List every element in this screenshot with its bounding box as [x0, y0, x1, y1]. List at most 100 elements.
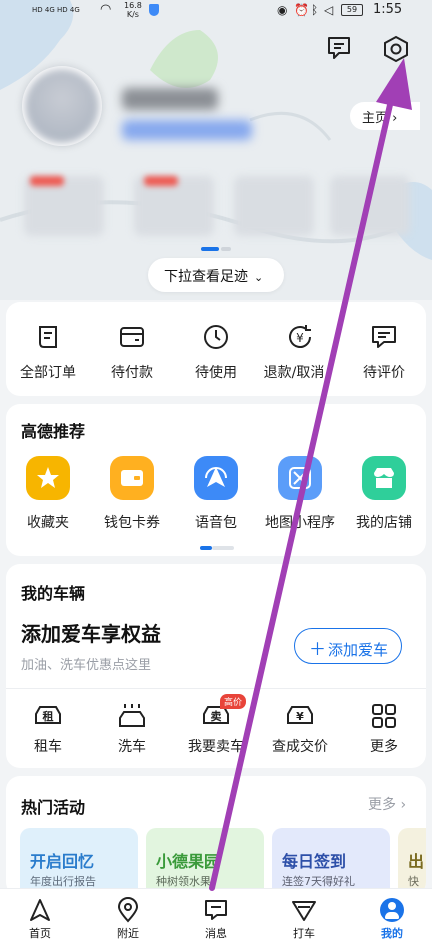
tab-messages[interactable]: 消息: [190, 897, 242, 941]
tab-taxi-label: 打车: [293, 927, 315, 940]
tab-home-label: 首页: [29, 927, 51, 940]
bluetooth-icon: ᛒ: [311, 3, 319, 17]
svg-text:卖: 卖: [211, 709, 222, 723]
settings-button[interactable]: [378, 32, 414, 66]
tab-profile[interactable]: 我的: [366, 897, 418, 941]
avatar[interactable]: [22, 66, 102, 146]
tab-messages-label: 消息: [205, 927, 227, 940]
activity-card-checkin[interactable]: 每日签到 连签7天得好礼: [272, 828, 390, 896]
tab-nearby-label: 附近: [117, 927, 139, 940]
activity-card-orchard[interactable]: 小德果园 种树领水果: [146, 828, 264, 896]
chevron-right-icon: ›: [388, 111, 398, 126]
home-link[interactable]: 主页 ›: [350, 102, 420, 130]
network-speed: 16.8 K/s: [124, 1, 142, 19]
navigation-arrow-icon: [205, 467, 227, 487]
service-sell-car[interactable]: 卖 高价 我要卖车: [174, 694, 258, 756]
receipt-icon: [39, 326, 57, 348]
shop-icon: [374, 468, 394, 488]
service-more-label: 更多: [370, 739, 398, 755]
username-blurred: [122, 88, 218, 110]
mini-program-icon: [289, 467, 311, 489]
activity-checkin-title: 每日签到: [282, 852, 347, 871]
vehicle-headline[interactable]: 添加爱车享权益: [21, 618, 161, 647]
hot-more-link[interactable]: 更多 ›: [368, 794, 406, 814]
orders-card: 全部订单 待付款 待使用 ¥ 退款/取消 待评价: [6, 302, 426, 396]
message-center-button[interactable]: [322, 33, 356, 63]
chevron-down-icon: ⌄: [254, 271, 264, 284]
taxi-icon: [292, 901, 316, 921]
activity-partial-subtitle: 快: [408, 875, 419, 888]
plus-icon: ＋: [309, 640, 326, 660]
profile-icon: [380, 898, 404, 922]
activity-card-partial[interactable]: 出 快: [398, 828, 426, 896]
order-review-label: 待评价: [363, 365, 405, 381]
home-arrow-icon: [30, 899, 50, 921]
tab-profile-label: 我的: [381, 927, 403, 940]
svg-text:¥: ¥: [296, 710, 304, 723]
user-level-blurred: [122, 120, 252, 140]
activity-orchard-title: 小德果园: [156, 852, 221, 871]
order-refund[interactable]: ¥ 退款/取消: [258, 320, 342, 382]
recommend-favorites[interactable]: 收藏夹: [6, 456, 90, 532]
order-unused[interactable]: 待使用: [174, 320, 258, 382]
vehicle-title: 我的车辆: [21, 584, 86, 603]
order-all-label: 全部订单: [20, 365, 76, 381]
service-more[interactable]: 更多: [342, 702, 426, 756]
vehicle-subtitle: 加油、洗车优惠点这里: [21, 658, 152, 673]
shield-icon: [149, 4, 159, 16]
recommend-shop[interactable]: 我的店铺: [342, 456, 426, 532]
map-background: [0, 0, 432, 300]
order-all[interactable]: 全部订单: [6, 320, 90, 382]
recommend-mini-program[interactable]: 地图小程序: [258, 456, 342, 532]
recommend-voice-label: 语音包: [195, 515, 237, 531]
svg-text:租: 租: [43, 710, 54, 723]
activity-card-memory[interactable]: 开启回忆 年度出行报告: [20, 828, 138, 896]
car-wash-icon: [119, 704, 145, 727]
status-time: 1:55: [373, 2, 403, 17]
recommend-favorites-label: 收藏夹: [27, 515, 69, 531]
add-car-label: 添加爱车: [328, 641, 389, 659]
service-check-price[interactable]: ¥ 查成交价: [258, 702, 342, 756]
order-review[interactable]: 待评价: [342, 320, 426, 382]
recommend-page-indicator: [200, 546, 234, 550]
message-icon: [328, 37, 350, 59]
add-car-button[interactable]: ＋添加爱车: [294, 628, 402, 664]
recommend-wallet-label: 钱包卡券: [104, 515, 160, 531]
svg-text:¥: ¥: [296, 331, 304, 345]
star-icon: [37, 467, 59, 488]
comment-icon: [372, 326, 396, 348]
eye-icon: ◉: [277, 3, 288, 17]
service-car-wash-label: 洗车: [118, 739, 146, 755]
home-link-label: 主页: [362, 111, 389, 126]
tab-home[interactable]: 首页: [14, 897, 66, 941]
map-graphic: [0, 0, 432, 260]
service-sell-car-label: 我要卖车: [188, 739, 244, 755]
footprint-strip-blurred: [24, 176, 424, 240]
hot-activities-card: 热门活动 更多 › 开启回忆 年度出行报告 小德果园 种树领水果 每日签到 连签…: [6, 776, 426, 896]
recommend-mini-program-label: 地图小程序: [265, 515, 335, 531]
message-icon: [205, 900, 227, 920]
order-unused-label: 待使用: [195, 365, 237, 381]
car-rent-icon: 租: [35, 706, 61, 724]
recommend-voice[interactable]: 语音包: [174, 456, 258, 532]
wallet-card-icon: [121, 470, 143, 486]
recommend-wallet[interactable]: 钱包卡券: [90, 456, 174, 532]
service-check-price-label: 查成交价: [272, 739, 328, 755]
battery-indicator: 59: [341, 4, 363, 16]
service-rent-car[interactable]: 租 租车: [6, 702, 90, 756]
gear-icon: [384, 35, 408, 63]
order-unpaid[interactable]: 待付款: [90, 320, 174, 382]
wifi-icon: ◠: [100, 2, 112, 17]
chevron-right-icon: ›: [396, 797, 407, 813]
service-car-wash[interactable]: 洗车: [90, 702, 174, 756]
location-pin-icon: [117, 897, 139, 923]
grid-icon: [372, 704, 396, 728]
pull-footprint-button[interactable]: 下拉查看足迹 ⌄: [148, 258, 284, 292]
refund-icon: ¥: [289, 325, 311, 348]
tab-taxi[interactable]: 打车: [278, 897, 330, 941]
tab-nearby[interactable]: 附近: [102, 897, 154, 941]
network-indicator: HD 4G HD 4G: [32, 6, 80, 14]
activity-memory-subtitle: 年度出行报告: [30, 875, 96, 888]
hot-activities-title: 热门活动: [21, 798, 86, 817]
service-rent-car-label: 租车: [34, 739, 62, 755]
